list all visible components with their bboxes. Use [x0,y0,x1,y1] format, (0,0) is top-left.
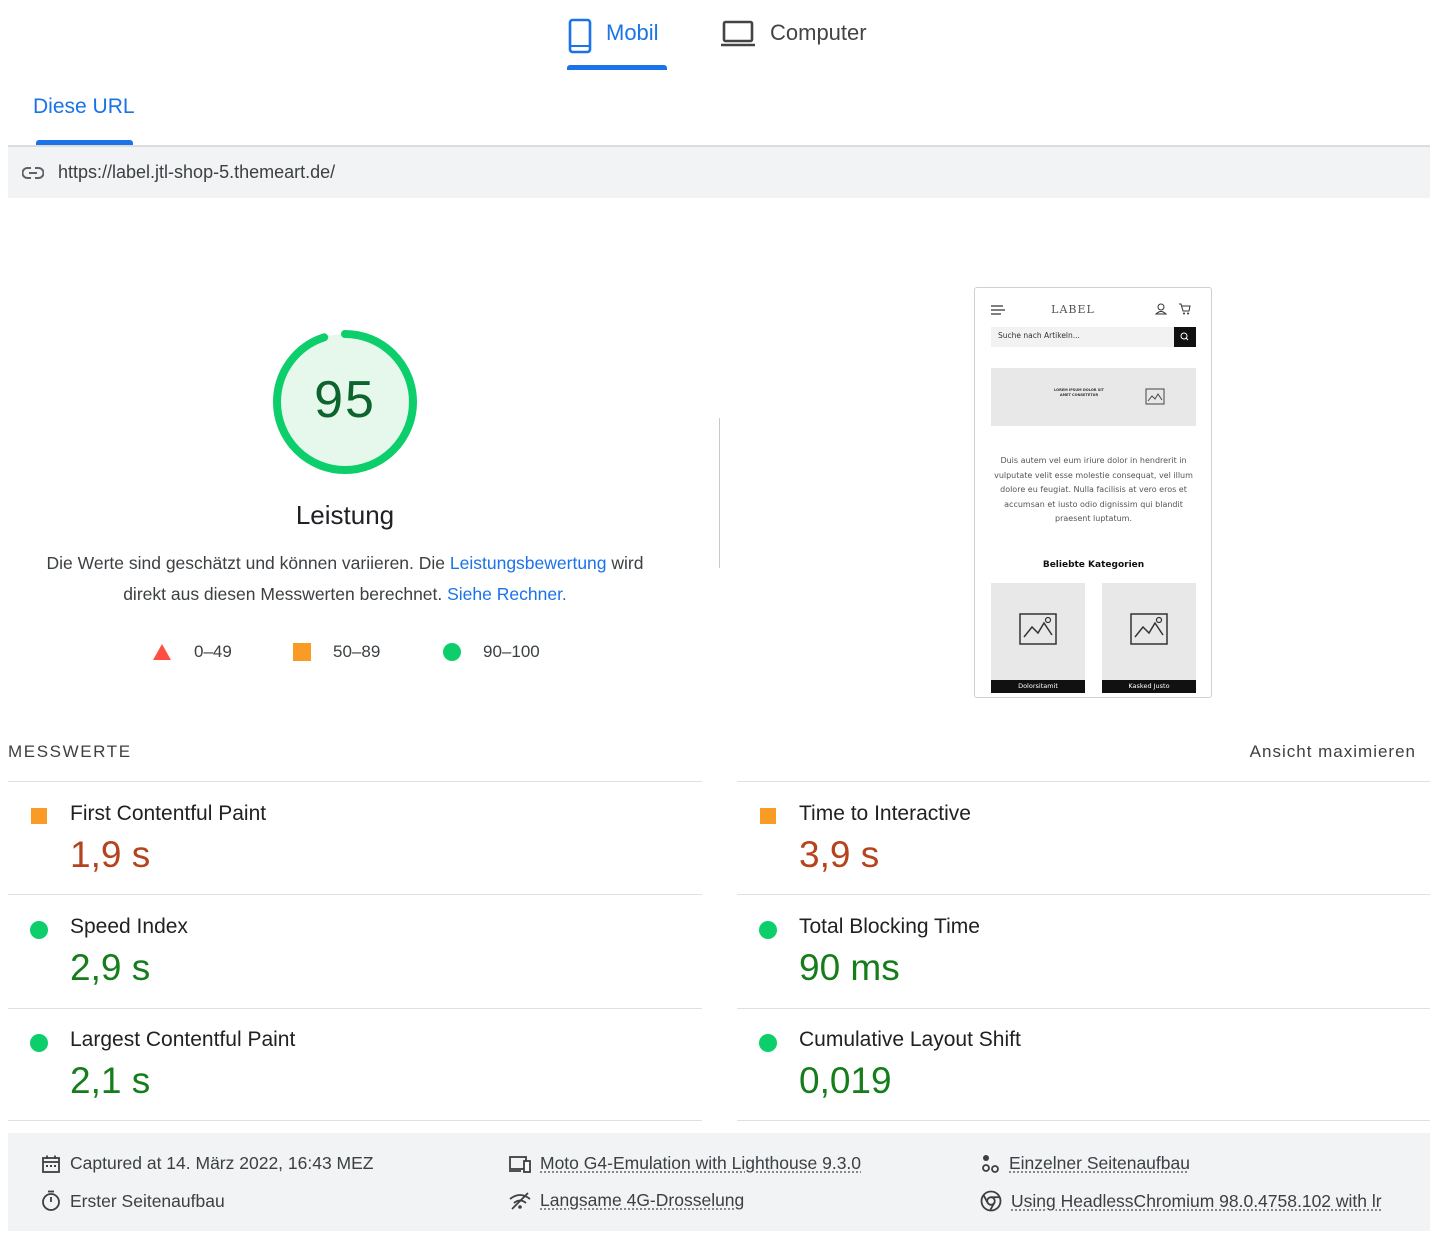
single-load-text: Einzelner Seitenaufbau [1009,1153,1190,1173]
description-text-1: Die Werte sind geschätzt und können vari… [46,553,450,573]
metric-speed-index: Speed Index 2,9 s [8,895,698,1008]
preview-search-button [1174,327,1196,347]
image-placeholder-icon [1019,613,1057,645]
calculator-link[interactable]: Siehe Rechner. [447,584,567,604]
metrics-divider [8,1120,702,1121]
laptop-icon [721,20,755,47]
metric-name: Cumulative Layout Shift [799,1028,1021,1051]
active-tab-indicator [567,65,667,70]
tested-url[interactable]: https://label.jtl-shop-5.themeart.de/ [58,162,335,183]
tab-mobile[interactable]: Mobil [568,12,659,72]
average-square-icon [760,808,776,824]
chrome-icon [980,1190,1002,1212]
first-load-text: Erster Seitenaufbau [70,1190,225,1211]
metric-name: Time to Interactive [799,802,971,825]
preview-body-text: Duis autem vel eum iriure dolor in hendr… [994,456,1193,523]
smartphone-icon [568,18,592,54]
cart-icon [1179,303,1191,315]
svg-text:LABEL: LABEL [1051,303,1095,316]
preview-search: Suche nach Artikeln... [991,327,1196,347]
first-load-info: Erster Seitenaufbau [41,1190,225,1212]
preview-search-placeholder: Suche nach Artikeln... [998,331,1080,340]
url-bar: https://label.jtl-shop-5.themeart.de/ [8,147,1430,198]
metric-first-contentful-paint: First Contentful Paint 1,9 s [8,782,698,895]
preview-categories-title: Beliebte Kategorien [1042,560,1145,570]
preview-category-label: Dolorsitamit [991,680,1085,693]
browser-text: Using HeadlessChromium 98.0.4758.102 wit… [1011,1190,1382,1211]
tab-this-url[interactable]: Diese URL [33,95,135,119]
average-square-icon [31,808,47,824]
legend-fail-label: 0–49 [194,642,232,661]
preview-header: LABEL [975,298,1211,322]
label-logo: LABEL [1051,303,1095,316]
browser-info[interactable]: Using HeadlessChromium 98.0.4758.102 wit… [980,1190,1382,1212]
devices-icon [509,1155,531,1173]
runtime-settings: Captured at 14. März 2022, 16:43 MEZ Ers… [8,1133,1430,1231]
page-screenshot-preview: LABEL Suche nach Artikeln... LOREM IPSUM… [974,287,1212,698]
tab-mobile-label: Mobil [606,20,659,45]
metric-largest-contentful-paint: Largest Contentful Paint 2,1 s [8,1008,698,1121]
image-placeholder-icon [1145,388,1165,405]
throttling-info[interactable]: Langsame 4G-Drosselung [509,1190,744,1211]
tab-computer[interactable]: Computer [720,12,867,72]
metric-name: First Contentful Paint [70,802,267,825]
pass-circle-icon [759,921,777,939]
legend-average-label: 50–89 [333,642,381,661]
preview-banner-text: LOREM IPSUM DOLOR SIT AMET CONSETETUR [1054,388,1104,397]
metric-value: 3,9 s [799,834,880,875]
preview-category-card: Kasked Justo [1102,583,1196,693]
legend-fail: 0–49 [152,640,232,664]
vertical-divider [719,418,720,568]
emulation-text: Moto G4-Emulation with Lighthouse 9.3.0 [540,1153,862,1173]
metric-value: 1,9 s [70,834,151,875]
device-tabs: Mobil Computer [0,0,1440,72]
preview-banner: LOREM IPSUM DOLOR SIT AMET CONSETETUR [991,368,1196,426]
legend-pass: 90–100 [443,640,540,664]
single-load-icon [982,1154,999,1173]
throttling-text: Langsame 4G-Drosselung [540,1190,745,1210]
maximize-view-toggle[interactable]: Ansicht maximieren [1250,742,1416,762]
calendar-icon [42,1155,60,1173]
pass-circle-icon [759,1034,777,1052]
legend-average: 50–89 [293,640,380,664]
metric-name: Total Blocking Time [799,915,980,938]
metric-cumulative-layout-shift: Cumulative Layout Shift 0,019 [737,1008,1427,1121]
triangle-icon [153,644,171,660]
search-icon [1180,332,1189,341]
preview-category-label: Kasked Justo [1102,680,1196,693]
pass-circle-icon [30,921,48,939]
timer-icon [42,1190,60,1211]
metric-name: Largest Contentful Paint [70,1028,296,1051]
metrics-heading: MESSWERTE [8,742,132,761]
metric-value: 0,019 [799,1060,892,1101]
menu-icon [991,305,1005,315]
circle-icon [443,643,461,661]
preview-category-card: Dolorsitamit [991,583,1085,693]
user-icon [1155,303,1167,315]
performance-score-value: 95 [314,371,376,429]
metric-value: 2,9 s [70,947,151,988]
performance-description: Die Werte sind geschätzt und können vari… [30,548,660,610]
metric-value: 90 ms [799,947,900,988]
single-load-info[interactable]: Einzelner Seitenaufbau [980,1153,1190,1174]
captured-info: Captured at 14. März 2022, 16:43 MEZ [41,1153,374,1174]
captured-text: Captured at 14. März 2022, 16:43 MEZ [70,1153,374,1173]
metrics-divider [737,1120,1430,1121]
performance-title: Leistung [295,500,395,530]
network-signal-icon [509,1191,531,1210]
image-placeholder-icon [1130,613,1168,645]
metric-time-to-interactive: Time to Interactive 3,9 s [737,782,1427,895]
metric-value: 2,1 s [70,1060,151,1101]
metric-name: Speed Index [70,915,188,938]
legend-pass-label: 90–100 [483,642,540,661]
square-icon [293,643,311,661]
metric-total-blocking-time: Total Blocking Time 90 ms [737,895,1427,1008]
pass-circle-icon [30,1034,48,1052]
tab-computer-label: Computer [770,20,867,45]
link-icon [22,166,44,179]
scoring-link[interactable]: Leistungsbewertung [450,553,607,573]
emulation-info[interactable]: Moto G4-Emulation with Lighthouse 9.3.0 [509,1153,861,1174]
